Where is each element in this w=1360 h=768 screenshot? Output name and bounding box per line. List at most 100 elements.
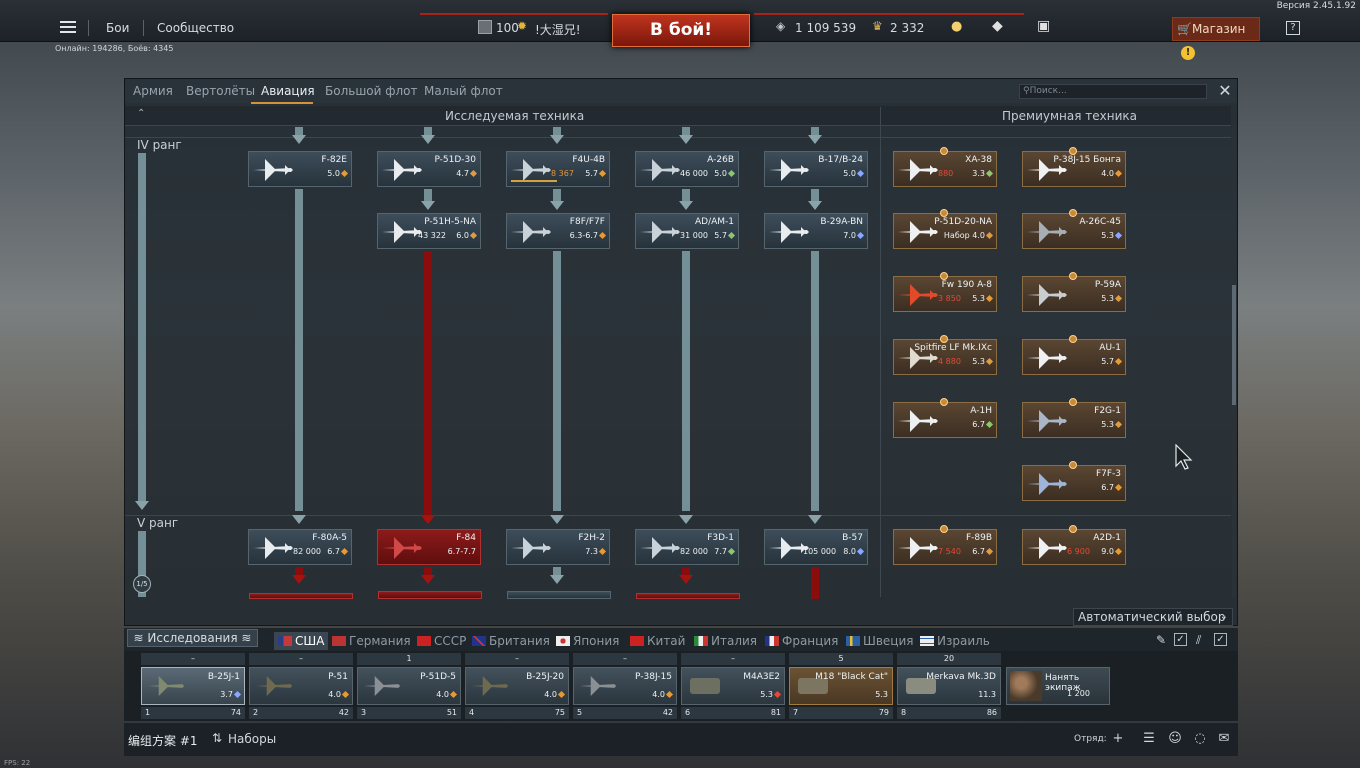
vehicle-card-f80a5[interactable]: F-80A-5 82 000 6.7 [248, 529, 352, 565]
list-icon[interactable]: ☰ [1141, 731, 1157, 747]
crew-slot[interactable]: 5 M18 "Black Cat" 5.3 7 79 [789, 653, 893, 719]
slot-vehicle[interactable]: P-51 4.0 [249, 667, 353, 705]
collapse-up-icon[interactable]: ⌃ [137, 108, 145, 119]
nation-sweden[interactable]: Швеция [846, 634, 913, 648]
chat-icon[interactable]: ◌ [1192, 731, 1208, 747]
vehicle-card-partial[interactable] [378, 591, 482, 599]
search-input[interactable]: ⚲Поиск... [1019, 84, 1207, 99]
nation-israel[interactable]: Израиль [920, 634, 990, 648]
premium-card-f89b[interactable]: F-89B 7 540 6.7 [893, 529, 997, 565]
vehicle-card-partial[interactable] [636, 593, 740, 599]
vehicle-card-b29a-bn[interactable]: B-29A-BN 7.0 [764, 213, 868, 249]
profile-avatar[interactable] [478, 20, 492, 34]
crew-slot[interactable]: – B-25J-20 4.0 4 75 [465, 653, 569, 719]
lightbulb-icon[interactable]: ● [951, 19, 962, 34]
vehicle-card-f82e[interactable]: F-82E 5.0 [248, 151, 352, 187]
crew-slot[interactable]: – P-51 4.0 2 42 [249, 653, 353, 719]
menu-icon[interactable] [60, 21, 76, 34]
gold-balance[interactable]: 2 332 [890, 21, 924, 35]
mail-icon[interactable]: ✉ [1216, 731, 1232, 747]
nation-italy[interactable]: Италия [694, 634, 757, 648]
hire-crew-button[interactable]: Нанять экипаж 1 200 [1006, 667, 1110, 705]
premium-card-p51d20na[interactable]: P-51D-20-NA Набор 4.0 [893, 213, 997, 249]
sort-icon[interactable]: ⇅ [212, 731, 222, 745]
crew-slot[interactable]: – B-25J-1 3.7 1 74 [141, 653, 245, 719]
tab-helicopters[interactable]: Вертолёты [186, 84, 255, 98]
slot-vehicle[interactable]: B-25J-20 4.0 [465, 667, 569, 705]
slot-vehicle[interactable]: M4A3E2 5.3 [681, 667, 785, 705]
rank-iv-label[interactable]: IV ранг [137, 138, 182, 152]
vehicle-card-a26b[interactable]: A-26B 46 000 5.0 [635, 151, 739, 187]
premium-card-spitfire-lf-mk9c[interactable]: Spitfire LF Mk.IXc 4 880 5.3 [893, 339, 997, 375]
tab-coastal-fleet[interactable]: Малый флот [424, 84, 503, 98]
checkbox-icon[interactable]: ✓ [1174, 633, 1187, 646]
nation-germany[interactable]: Германия [332, 634, 411, 648]
vehicle-card-p51d30[interactable]: P-51D-30 4.7 [377, 151, 481, 187]
crew-slot[interactable]: 20 Merkava Mk.3D 11.3 8 86 [897, 653, 1001, 719]
battle-rating: 6.7 [1101, 483, 1123, 492]
vehicle-card-p51h5na[interactable]: P-51H-5-NA 43 322 6.0 [377, 213, 481, 249]
vehicle-card-b17-b24[interactable]: B-17/B-24 5.0 [764, 151, 868, 187]
crew-slot[interactable]: – M4A3E2 5.3 6 81 [681, 653, 785, 719]
slot-vehicle[interactable]: P-51D-5 4.0 [357, 667, 461, 705]
nation-britain[interactable]: Британия [472, 634, 550, 648]
sets-button[interactable]: Наборы [228, 732, 276, 746]
tab-army[interactable]: Армия [133, 84, 173, 98]
to-battle-button[interactable]: В бой! [612, 14, 750, 47]
checkbox-icon[interactable]: ✓ [1214, 633, 1227, 646]
nation-china[interactable]: Китай [630, 634, 685, 648]
nation-ussr[interactable]: СССР [417, 634, 466, 648]
premium-card-a2d1[interactable]: A2D-1 6 900 9.0 [1022, 529, 1126, 565]
vehicle-card-f84[interactable]: F-84 6.7-7.7 [377, 529, 481, 565]
premium-card-xa38[interactable]: XA-38 880 3.3 [893, 151, 997, 187]
wrench-icon[interactable]: ✎ [1156, 633, 1166, 647]
vehicle-card-partial[interactable] [507, 591, 611, 599]
premium-card-f7f3[interactable]: F7F-3 6.7 [1022, 465, 1126, 501]
player-nickname[interactable]: !大湿兄! [535, 21, 581, 38]
slot-vehicle[interactable]: Merkava Mk.3D 11.3 [897, 667, 1001, 705]
crew-slot[interactable]: – P-38J-15 4.0 5 42 [573, 653, 677, 719]
premium-card-fw190a8[interactable]: Fw 190 A-8 3 850 5.3 [893, 276, 997, 312]
nation-japan[interactable]: Япония [556, 634, 619, 648]
nation-france[interactable]: Франция [765, 634, 838, 648]
crew-number: 6 [685, 708, 691, 717]
community-menu[interactable]: Сообщество [157, 21, 234, 35]
slot-vehicle[interactable]: P-38J-15 4.0 [573, 667, 677, 705]
tab-bluewater-fleet[interactable]: Большой флот [325, 84, 418, 98]
scrollbar-thumb[interactable] [1232, 285, 1236, 405]
nation-usa[interactable]: США [274, 632, 329, 650]
slot-vehicle[interactable]: M18 "Black Cat" 5.3 [789, 667, 893, 705]
vehicle-card-partial[interactable] [249, 593, 353, 599]
premium-card-f2g1[interactable]: F2G-1 5.3 [1022, 402, 1126, 438]
vehicle-card-f3d1[interactable]: F3D-1 82 000 7.7 [635, 529, 739, 565]
slot-footer: 4 75 [465, 707, 569, 719]
help-button[interactable]: ? [1286, 21, 1300, 35]
rank-v-label[interactable]: V ранг [137, 516, 178, 530]
vehicle-card-f4u4b[interactable]: F4U-4B 8 367 5.7 [506, 151, 610, 187]
premium-diamond-icon[interactable]: ◆ [992, 18, 1003, 34]
auto-select-dropdown[interactable]: Автоматический выбор ⌄ [1073, 608, 1233, 626]
ammo-icon[interactable]: ⫽ [1196, 633, 1201, 648]
silver-balance[interactable]: 1 109 539 [795, 21, 856, 35]
premium-card-a1h[interactable]: A-1H 6.7 [893, 402, 997, 438]
premium-card-p59a[interactable]: P-59A 5.3 [1022, 276, 1126, 312]
premium-card-a26c45[interactable]: A-26C-45 5.3 [1022, 213, 1126, 249]
tab-aviation[interactable]: Авиация [261, 84, 315, 98]
battles-menu[interactable]: Бои [106, 21, 129, 35]
slot-vehicle-name: P-51 [328, 672, 348, 682]
coupon-icon[interactable]: ▣ [1037, 18, 1050, 34]
shop-button[interactable]: 🛒Магазин ! [1172, 17, 1260, 60]
vehicle-card-f2h2[interactable]: F2H-2 7.3 [506, 529, 610, 565]
add-squad-icon[interactable]: + [1110, 731, 1126, 747]
premium-card-p38j15-bong[interactable]: P-38J-15 Бонга 4.0 [1022, 151, 1126, 187]
premium-card-au1[interactable]: AU-1 5.7 [1022, 339, 1126, 375]
vehicle-card-ad-am1[interactable]: AD/AM-1 31 000 5.7 [635, 213, 739, 249]
slot-vehicle[interactable]: B-25J-1 3.7 [141, 667, 245, 705]
preset-selector[interactable]: 编组方案 #1 [128, 732, 198, 749]
research-button[interactable]: ≋ Исследования ≋ [127, 629, 258, 647]
vehicle-card-f8f-f7f[interactable]: F8F/F7F 6.3-6.7 [506, 213, 610, 249]
close-button[interactable]: ✕ [1215, 81, 1235, 101]
vehicle-card-b57[interactable]: B-57 105 000 8.0 [764, 529, 868, 565]
friends-icon[interactable]: ☺ [1167, 731, 1183, 747]
crew-slot[interactable]: 1 P-51D-5 4.0 3 51 [357, 653, 461, 719]
